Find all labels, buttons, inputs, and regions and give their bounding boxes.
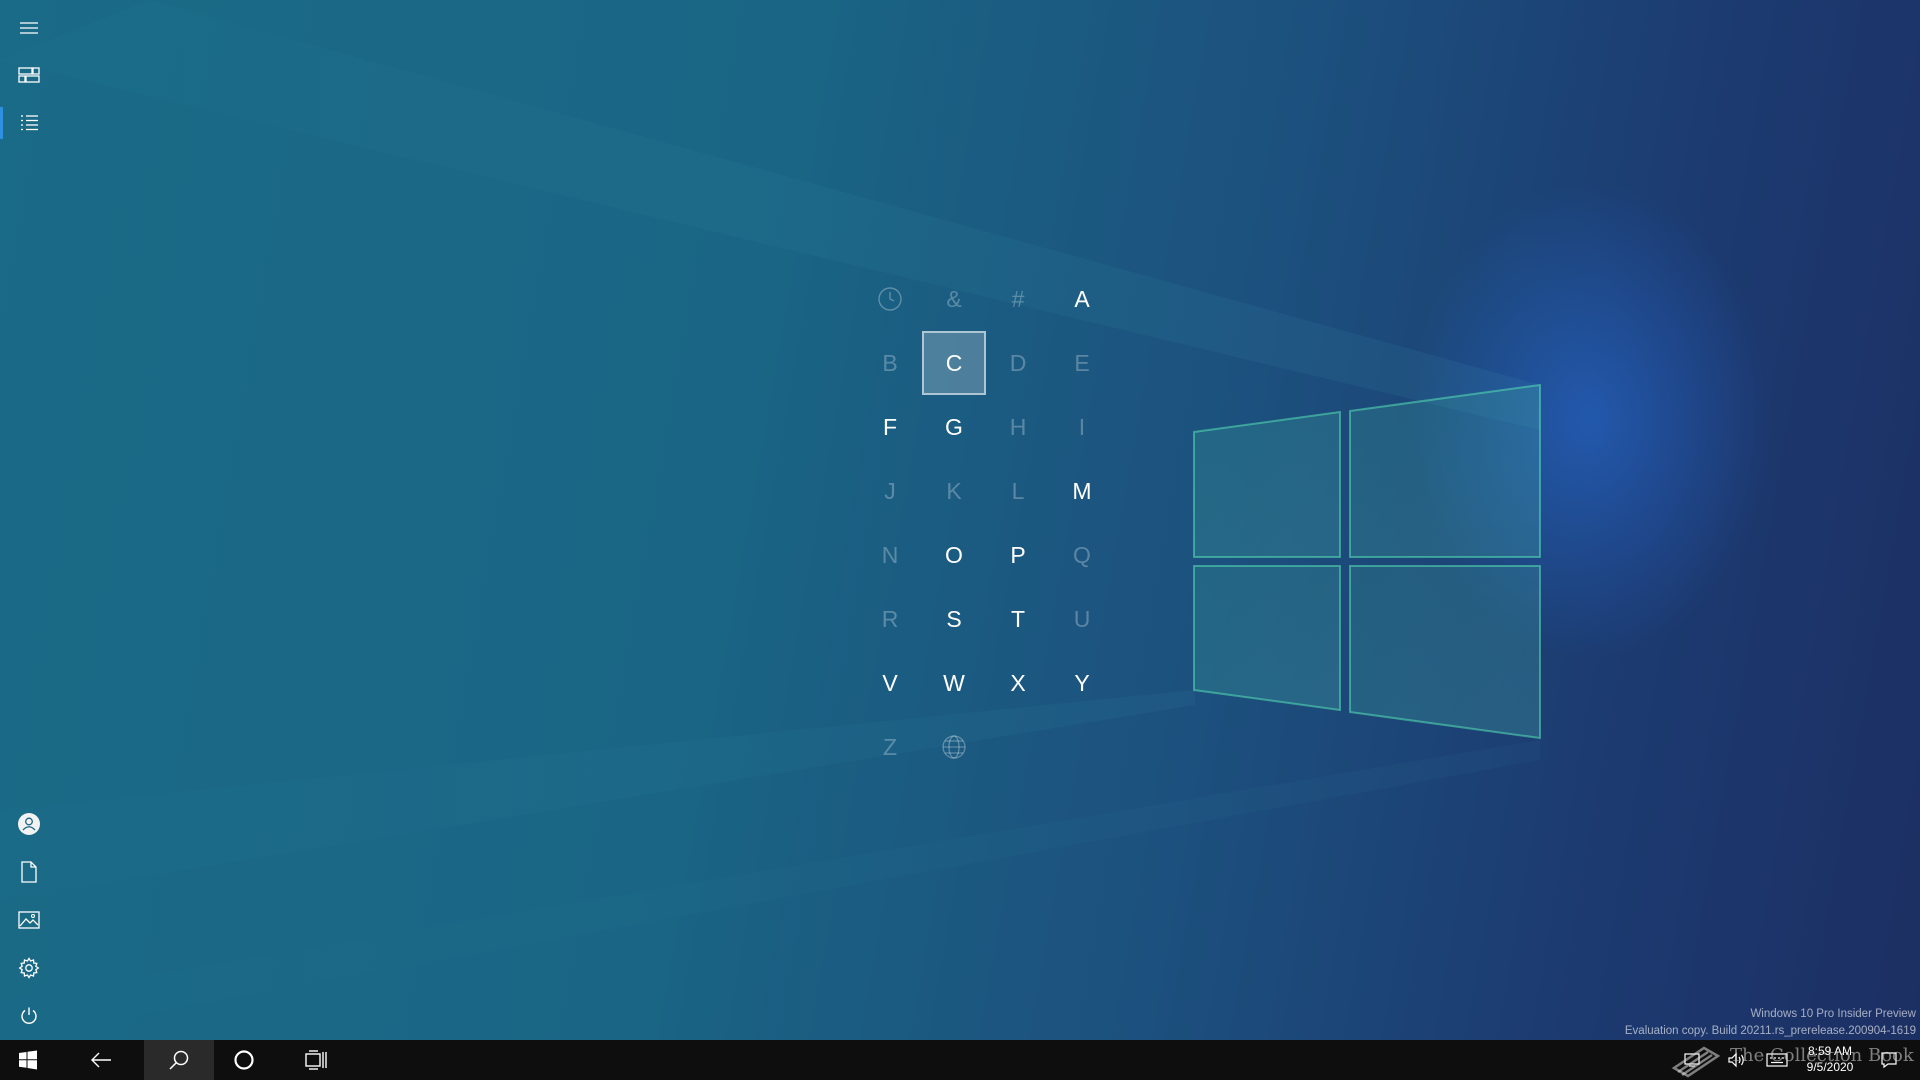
start-button[interactable]	[0, 1040, 56, 1080]
taskbar: 8:59 AM 9/5/2020	[0, 1040, 1920, 1080]
jump-letter-p[interactable]: P	[986, 523, 1050, 587]
jump-letter-b: B	[882, 349, 898, 376]
globe-icon	[922, 715, 986, 779]
jump-letter-t[interactable]: T	[986, 587, 1050, 651]
active-indicator	[0, 107, 3, 139]
windows-logo-wallpaper	[1193, 383, 1541, 740]
user-account-icon[interactable]	[0, 800, 58, 848]
cortana-circle-icon	[234, 1050, 254, 1070]
jump-letter-n: N	[881, 541, 899, 568]
jump-letter-e: E	[1074, 349, 1090, 376]
jump-letter-l: L	[1011, 477, 1025, 504]
jump-letter-s[interactable]: S	[922, 587, 986, 651]
alphabet-jump-list: & # A B C D E F G H I J K L M N O P Q R S T U V W X Y Z	[858, 267, 1114, 779]
power-icon[interactable]	[0, 992, 58, 1040]
build-watermark: Windows 10 Pro Insider Preview Evaluatio…	[1625, 1006, 1916, 1040]
task-view-icon	[305, 1050, 327, 1070]
watermark-edition: Windows 10 Pro Insider Preview	[1750, 1008, 1916, 1020]
jump-letter-q: Q	[1073, 541, 1091, 568]
watermark-build: Evaluation copy. Build 20211.rs_prerelea…	[1624, 1025, 1916, 1037]
search-icon	[169, 1050, 189, 1070]
jump-letter-w[interactable]: W	[922, 651, 986, 715]
jump-letter-k: K	[946, 477, 962, 504]
jump-letter-f[interactable]: F	[858, 395, 922, 459]
back-arrow-icon	[91, 1052, 111, 1068]
documents-icon[interactable]	[0, 848, 58, 896]
jump-letter-g[interactable]: G	[922, 395, 986, 459]
task-view-button[interactable]	[281, 1040, 351, 1080]
pictures-icon[interactable]	[0, 896, 58, 944]
desktop-background: & # A B C D E F G H I J K L M N O P Q R S T U V W X Y Z Windows 10 …	[0, 0, 1920, 1040]
jump-letter-x[interactable]: X	[986, 651, 1050, 715]
jump-letter-v[interactable]: V	[858, 651, 922, 715]
jump-letter-c[interactable]: C	[922, 331, 986, 395]
jump-letter-m[interactable]: M	[1050, 459, 1114, 523]
jump-letter-a[interactable]: A	[1050, 267, 1114, 331]
collection-book-watermark-text: The Collection Book	[1730, 1045, 1914, 1066]
jump-letter-y[interactable]: Y	[1050, 651, 1114, 715]
jump-letter-o[interactable]: O	[922, 523, 986, 587]
settings-gear-icon[interactable]	[0, 944, 58, 992]
tiles-view-icon[interactable]	[0, 51, 58, 99]
jump-letter-d: D	[1009, 349, 1027, 376]
jump-letter-hash: #	[1011, 285, 1025, 312]
back-button[interactable]	[66, 1040, 136, 1080]
jump-letter-h: H	[1009, 413, 1027, 440]
clock-icon	[858, 267, 922, 331]
jump-letter-i: I	[1078, 413, 1086, 440]
windows-logo-icon	[19, 1050, 37, 1070]
jump-letter-z: Z	[882, 733, 898, 760]
search-button[interactable]	[144, 1040, 214, 1080]
all-apps-list-icon[interactable]	[0, 99, 58, 147]
cortana-button[interactable]	[209, 1040, 279, 1080]
jump-letter-j: J	[884, 477, 896, 504]
network-icon[interactable]	[1676, 1040, 1710, 1080]
hamburger-menu-icon[interactable]	[0, 4, 58, 52]
jump-letter-ampersand: &	[946, 285, 962, 312]
jump-letter-r: R	[881, 605, 899, 632]
jump-letter-u: U	[1073, 605, 1091, 632]
